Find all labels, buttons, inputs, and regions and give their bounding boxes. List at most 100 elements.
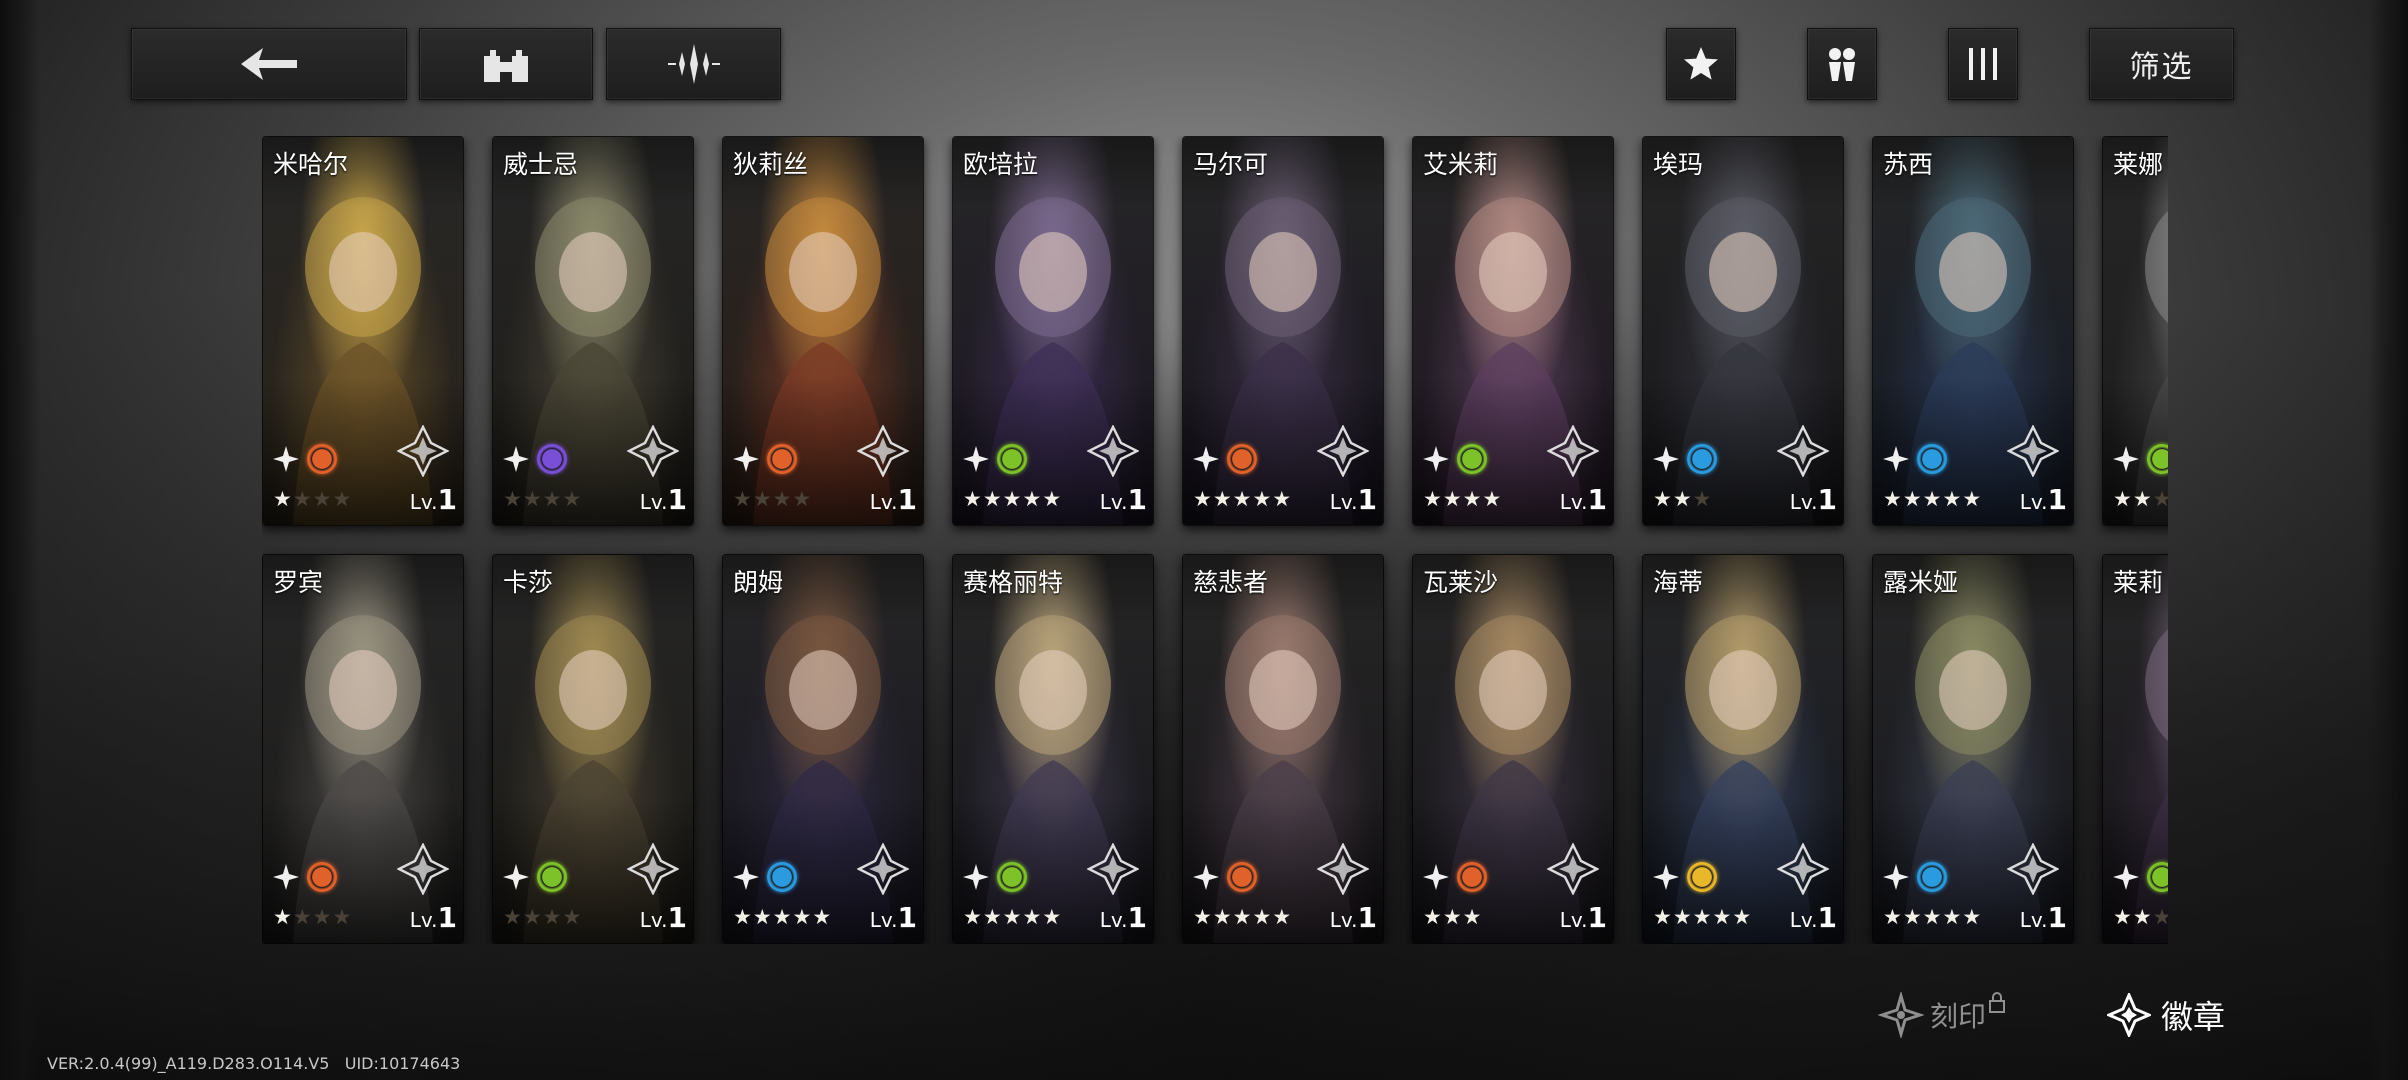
rank-emblem-icon [857, 843, 909, 895]
fire-element-icon [307, 444, 337, 474]
level-prefix: Lv. [1559, 490, 1588, 514]
character-card[interactable]: 艾米莉 ★★★★ Lv.1 [1412, 136, 1614, 526]
character-card[interactable]: 埃玛 ★★★ Lv.1 [1642, 136, 1844, 526]
engrave-icon [1878, 992, 1924, 1038]
class-icon [1193, 864, 1219, 890]
filled-star-icon: ★ [1922, 487, 1943, 511]
character-card[interactable]: 苏西 ★★★★★ Lv.1 [1872, 136, 2074, 526]
filter-button[interactable]: 筛选 [2089, 28, 2234, 100]
level-number: 1 [437, 483, 457, 516]
class-icon [963, 864, 989, 890]
empty-star-icon: ★ [772, 487, 793, 511]
level-prefix: Lv. [639, 490, 668, 514]
level-prefix: Lv. [1559, 908, 1588, 932]
filled-star-icon: ★ [1482, 487, 1503, 511]
character-card[interactable]: 赛格丽特 ★★★★★ Lv.1 [952, 554, 1154, 944]
filled-star-icon: ★ [792, 905, 813, 929]
level-label: Lv.1 [1100, 483, 1147, 516]
filled-star-icon: ★ [2113, 487, 2133, 511]
home-button[interactable] [419, 28, 593, 100]
filled-star-icon: ★ [1732, 905, 1753, 929]
level-number: 1 [437, 901, 457, 934]
level-prefix: Lv. [1329, 908, 1358, 932]
rank-emblem-icon [1777, 425, 1829, 477]
star-rating: ★★★★★ [1883, 487, 1982, 511]
team-filter-button[interactable] [1807, 28, 1877, 100]
character-name: 莱莉 [2113, 568, 2164, 597]
character-name: 艾米莉 [1423, 150, 1499, 179]
filled-star-icon: ★ [1193, 487, 1213, 511]
character-name: 莱娜 [2113, 150, 2164, 179]
filled-star-icon: ★ [982, 905, 1003, 929]
character-card[interactable]: 米哈尔 ★★★★ Lv.1 [262, 136, 464, 526]
character-card[interactable]: 海蒂 ★★★★★ Lv.1 [1642, 554, 1844, 944]
character-card[interactable]: 慈悲者 ★★★★★ Lv.1 [1182, 554, 1384, 944]
level-number: 1 [1817, 901, 1837, 934]
filled-star-icon: ★ [1212, 905, 1233, 929]
empty-star-icon: ★ [733, 487, 753, 511]
filled-star-icon: ★ [1232, 905, 1253, 929]
character-card[interactable]: 欧培拉 ★★★★★ Lv.1 [952, 136, 1154, 526]
filled-star-icon: ★ [1252, 905, 1273, 929]
filled-star-icon: ★ [772, 905, 793, 929]
class-icon [1653, 864, 1679, 890]
rank-emblem-icon [397, 843, 449, 895]
filled-star-icon: ★ [1272, 905, 1293, 929]
list-view-button[interactable] [1948, 28, 2018, 100]
character-card[interactable]: 莱娜★★★Lv.1 [2102, 136, 2168, 526]
character-card[interactable]: 罗宾 ★★★★ Lv.1 [262, 554, 464, 944]
character-card[interactable]: 朗姆 ★★★★★ Lv.1 [722, 554, 924, 944]
star-rating: ★★★★ [503, 905, 582, 929]
level-number: 1 [1127, 483, 1147, 516]
class-icon [2113, 864, 2139, 890]
empty-star-icon: ★ [312, 905, 333, 929]
character-card[interactable]: 狄莉丝 ★★★★ Lv.1 [722, 136, 924, 526]
quick-switch-button[interactable] [606, 28, 781, 100]
level-number: 1 [2047, 901, 2067, 934]
class-icon [2113, 446, 2139, 472]
filled-star-icon: ★ [1442, 905, 1463, 929]
back-button[interactable] [131, 28, 407, 100]
level-prefix: Lv. [869, 490, 898, 514]
star-rating: ★★★ [1653, 487, 1712, 511]
character-card[interactable]: 马尔可 ★★★★★ Lv.1 [1182, 136, 1384, 526]
character-name: 米哈尔 [273, 150, 349, 179]
badge-icon [2107, 993, 2151, 1037]
character-name: 埃玛 [1653, 150, 1704, 179]
filled-star-icon: ★ [1942, 905, 1963, 929]
favorite-sort-button[interactable] [1666, 28, 1736, 100]
star-rating: ★★★ [1423, 905, 1482, 929]
character-card[interactable]: 威士忌 ★★★★ Lv.1 [492, 136, 694, 526]
level-prefix: Lv. [1789, 490, 1818, 514]
filled-star-icon: ★ [1022, 487, 1043, 511]
engrave-button[interactable]: 刻印 [1878, 992, 2006, 1038]
character-card[interactable]: 卡莎 ★★★★ Lv.1 [492, 554, 694, 944]
filled-star-icon: ★ [1462, 905, 1483, 929]
badge-label: 徽章 [2161, 998, 2226, 1036]
character-card[interactable]: 露米娅 ★★★★★ Lv.1 [1872, 554, 2074, 944]
level-label: Lv.1 [640, 901, 687, 934]
character-card[interactable]: 莱莉★★★Lv.1 [2102, 554, 2168, 944]
filled-star-icon: ★ [963, 487, 983, 511]
character-card[interactable]: 瓦莱沙 ★★★ Lv.1 [1412, 554, 1614, 944]
badge-button[interactable]: 徽章 [2107, 992, 2225, 1038]
level-label: Lv.1 [1790, 483, 1837, 516]
filled-star-icon: ★ [1252, 487, 1273, 511]
empty-star-icon: ★ [292, 487, 313, 511]
filled-star-icon: ★ [1672, 905, 1693, 929]
empty-star-icon: ★ [292, 905, 313, 929]
class-icon [963, 446, 989, 472]
class-icon [1193, 446, 1219, 472]
rank-emblem-icon [1087, 843, 1139, 895]
version-text: VER:2.0.4(99)_A119.D283.O114.V5 [47, 1054, 330, 1073]
level-label: Lv.1 [870, 483, 917, 516]
level-label: Lv.1 [1560, 901, 1607, 934]
character-name: 卡莎 [503, 568, 554, 597]
filled-star-icon: ★ [1942, 487, 1963, 511]
character-name: 威士忌 [503, 150, 579, 179]
empty-star-icon: ★ [2153, 905, 2168, 929]
star-rating: ★★★★ [273, 487, 352, 511]
level-prefix: Lv. [639, 908, 668, 932]
level-prefix: Lv. [1099, 908, 1128, 932]
filled-star-icon: ★ [1653, 905, 1673, 929]
